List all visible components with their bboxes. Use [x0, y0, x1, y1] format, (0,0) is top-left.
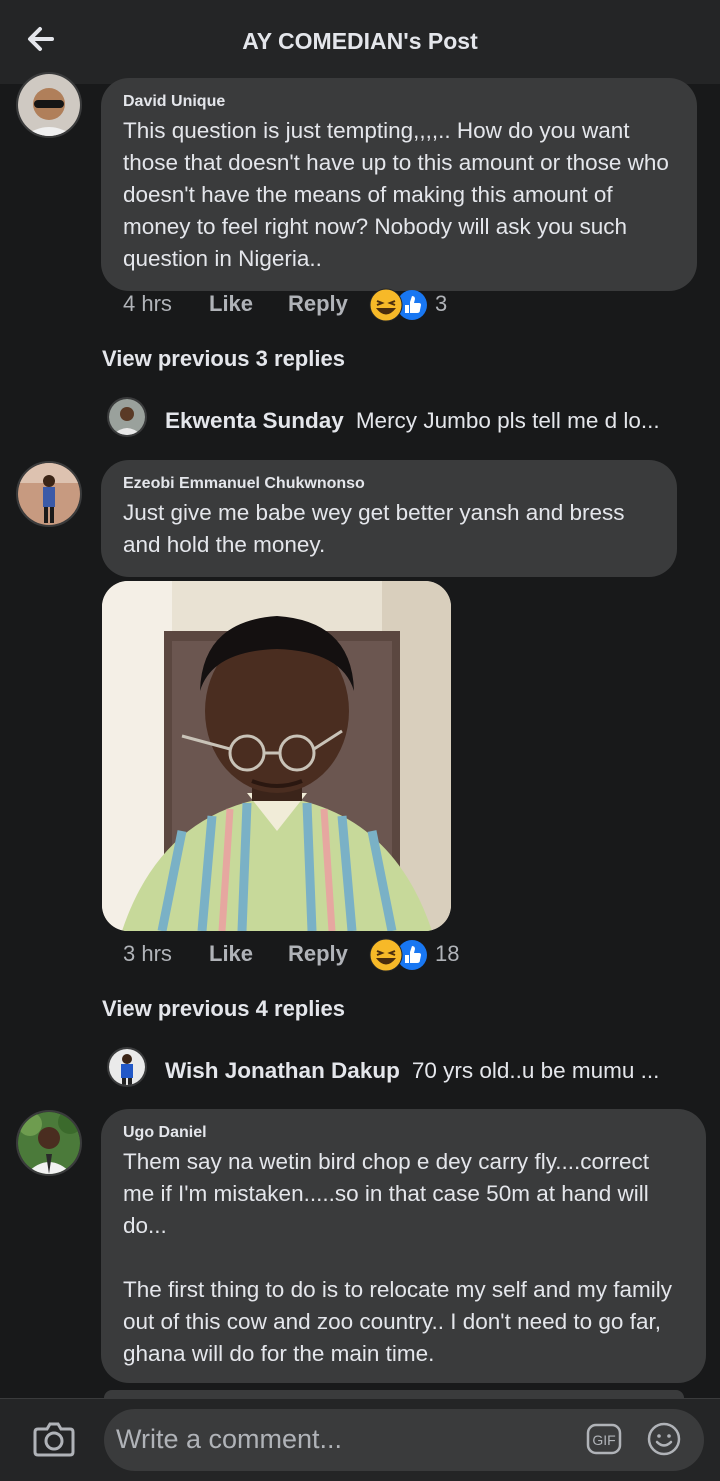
page-title: AY COMEDIAN's Post: [242, 28, 478, 54]
view-previous-replies[interactable]: View previous 4 replies: [102, 996, 345, 1022]
comment-actions: 3 hrs Like Reply 18: [123, 938, 523, 973]
comment-text: Them say na wetin bird chop e dey carry …: [123, 1149, 672, 1366]
avatar[interactable]: [16, 72, 82, 138]
comment-text: Just give me babe wey get better yansh a…: [123, 500, 625, 557]
comment-time: 4 hrs: [123, 291, 172, 316]
comment-actions: 4 hrs Like Reply 3: [123, 288, 523, 323]
top-bar: AY COMEDIAN's Post: [0, 0, 720, 84]
comment-input[interactable]: Write a comment... GIF: [104, 1409, 704, 1471]
reactions-icon[interactable]: [368, 937, 432, 973]
emoji-icon[interactable]: [646, 1421, 682, 1457]
next-comment-peek: [104, 1390, 684, 1398]
reply-button[interactable]: Reply: [288, 291, 348, 317]
reaction-count[interactable]: 18: [435, 941, 459, 967]
comment-photo[interactable]: [102, 581, 451, 931]
comment-bubble: David Unique This question is just tempt…: [101, 78, 697, 291]
comment-bubble: Ezeobi Emmanuel Chukwnonso Just give me …: [101, 460, 677, 577]
avatar[interactable]: [16, 461, 82, 527]
reply-snippet: 70 yrs old..u be mumu ...: [411, 1058, 660, 1083]
comment-input-placeholder: Write a comment...: [116, 1424, 343, 1454]
camera-icon[interactable]: [32, 1419, 76, 1459]
reply-author[interactable]: Ekwenta Sunday: [165, 408, 344, 433]
comment-bubble: Ugo Daniel Them say na wetin bird chop e…: [101, 1109, 706, 1383]
like-button[interactable]: Like: [209, 291, 253, 317]
like-button[interactable]: Like: [209, 941, 253, 967]
comment-author[interactable]: David Unique: [123, 92, 675, 112]
avatar[interactable]: [107, 1047, 147, 1087]
comment-author[interactable]: Ugo Daniel: [123, 1123, 684, 1143]
reply-button[interactable]: Reply: [288, 941, 348, 967]
comment-composer-bar: Write a comment... GIF: [0, 1398, 720, 1481]
comment-time: 3 hrs: [123, 941, 172, 966]
reply-author[interactable]: Wish Jonathan Dakup: [165, 1058, 400, 1083]
reply-preview[interactable]: Wish Jonathan Dakup 70 yrs old..u be mumu…: [165, 1058, 659, 1084]
gif-icon[interactable]: GIF: [586, 1423, 622, 1455]
reactions-icon[interactable]: [368, 287, 432, 323]
reaction-count[interactable]: 3: [435, 291, 447, 317]
reply-preview[interactable]: Ekwenta Sunday Mercy Jumbo pls tell me d …: [165, 408, 660, 434]
reply-snippet: Mercy Jumbo pls tell me d lo...: [355, 408, 660, 433]
avatar[interactable]: [16, 1110, 82, 1176]
comment-text: This question is just tempting,,,,.. How…: [123, 118, 669, 271]
gif-label: GIF: [592, 1432, 615, 1448]
comment-author[interactable]: Ezeobi Emmanuel Chukwnonso: [123, 474, 655, 494]
avatar[interactable]: [107, 397, 147, 437]
view-previous-replies[interactable]: View previous 3 replies: [102, 346, 345, 372]
